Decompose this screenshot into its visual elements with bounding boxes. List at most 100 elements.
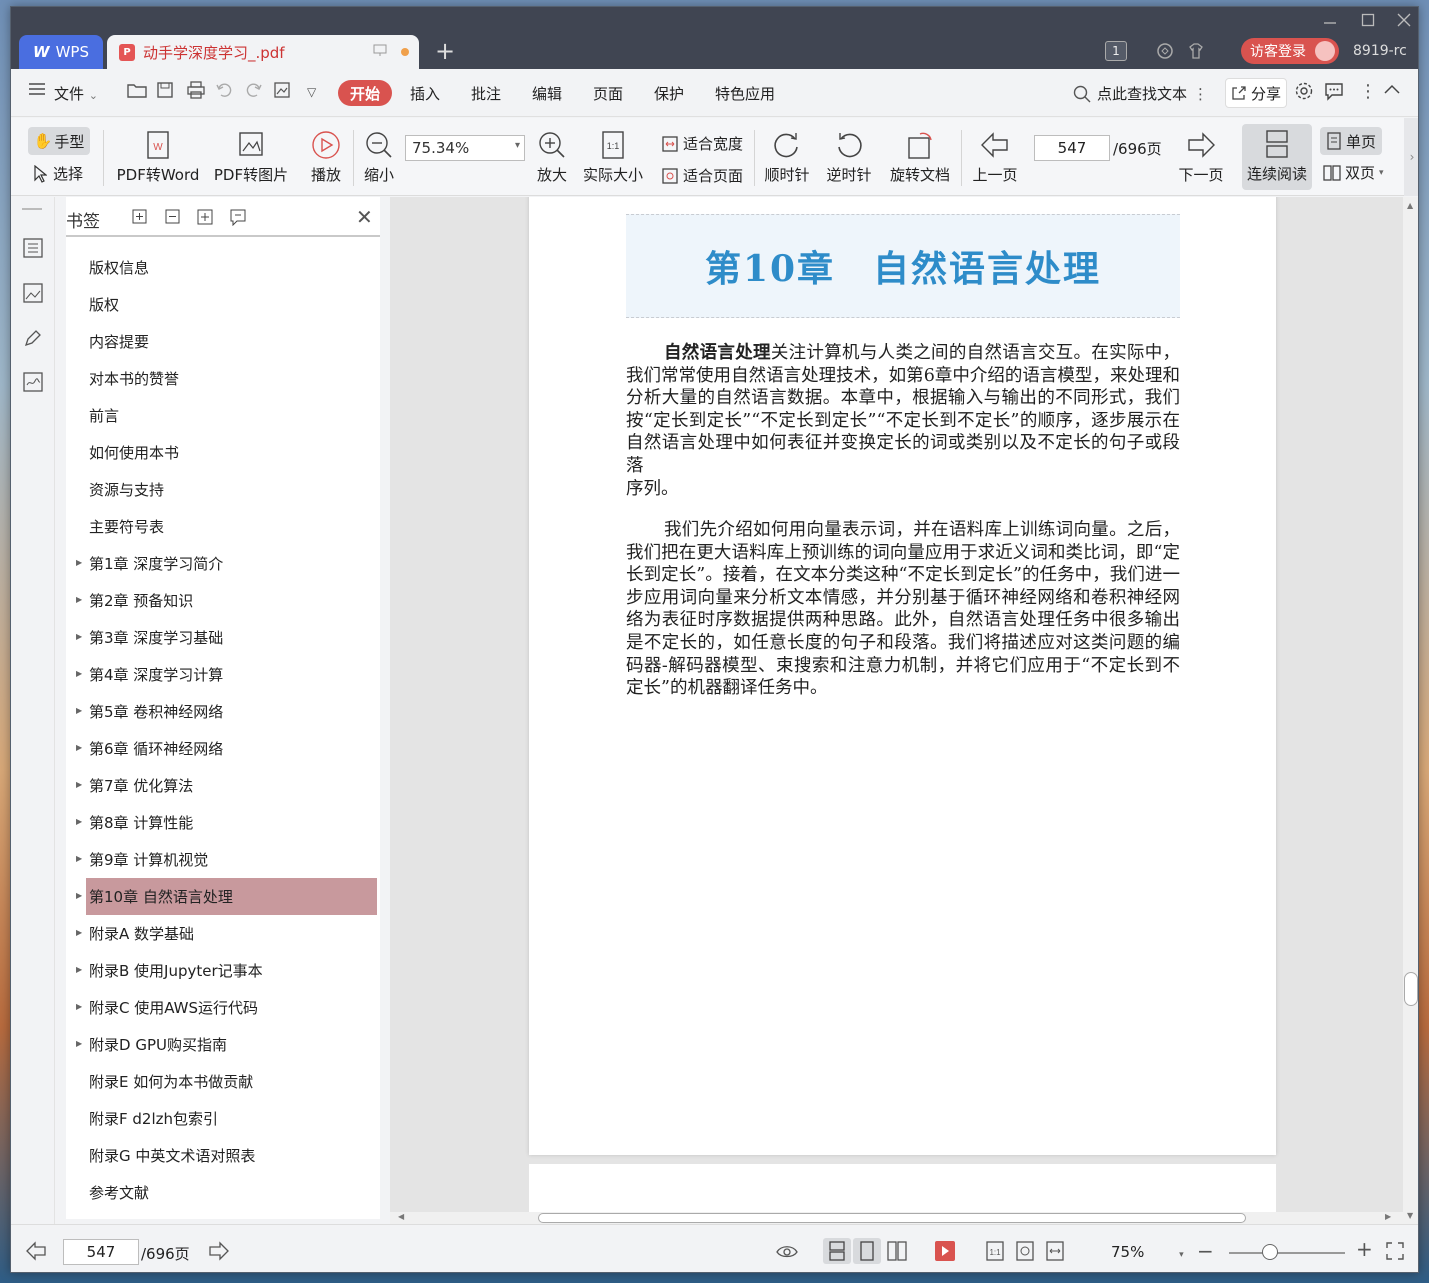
rotate-document-button[interactable]: 旋转文档 bbox=[887, 130, 953, 185]
collapse-all-icon[interactable] bbox=[163, 208, 181, 226]
guest-login-button[interactable]: 访客登录 bbox=[1241, 38, 1339, 64]
expand-triangle-icon[interactable]: ▶ bbox=[76, 632, 82, 641]
status-fit-page-icon[interactable] bbox=[1014, 1241, 1036, 1261]
bookmark-item[interactable]: ▶ 第4章 深度学习计算 bbox=[66, 656, 380, 693]
prev-page-button[interactable]: 上一页 bbox=[969, 130, 1021, 185]
rotate-counter-clockwise-button[interactable]: 逆时针 bbox=[824, 130, 874, 185]
redo-icon[interactable] bbox=[245, 81, 263, 104]
bookmark-list-icon[interactable] bbox=[22, 237, 44, 259]
zoom-in-button[interactable]: 放大 bbox=[533, 130, 571, 185]
status-continuous-icon[interactable] bbox=[823, 1238, 851, 1264]
monitor-icon[interactable] bbox=[373, 44, 387, 61]
zoom-level-select[interactable]: 75.34% bbox=[405, 135, 525, 161]
status-single-page-icon[interactable] bbox=[853, 1238, 881, 1264]
bookmark-item[interactable]: 附录E 如何为本书做贡献 bbox=[66, 1063, 380, 1100]
print-icon[interactable] bbox=[186, 81, 206, 104]
vertical-scroll-thumb[interactable] bbox=[1404, 972, 1418, 1006]
collapse-ribbon-icon[interactable] bbox=[1383, 81, 1401, 104]
page-number-input[interactable]: 547 bbox=[1034, 135, 1110, 161]
tab-wps-home[interactable]: W WPS bbox=[19, 35, 103, 69]
close-icon[interactable] bbox=[1397, 13, 1411, 31]
bookmark-item[interactable]: ▶ 第5章 卷积神经网络 bbox=[66, 693, 380, 730]
customize-dropdown-icon[interactable]: ▽ bbox=[307, 85, 316, 99]
status-prev-page-icon[interactable] bbox=[25, 1241, 47, 1261]
expand-triangle-icon[interactable]: ▶ bbox=[76, 854, 82, 863]
maximize-icon[interactable] bbox=[1361, 13, 1375, 31]
hand-tool-button[interactable]: ✋ 手型 bbox=[28, 127, 90, 155]
play-button[interactable]: 播放 bbox=[307, 130, 345, 185]
signature-icon[interactable] bbox=[22, 371, 44, 393]
tab-document[interactable]: P 动手学深度学习_.pdf bbox=[107, 35, 419, 69]
sync-icon[interactable] bbox=[1156, 39, 1174, 63]
menu-protect[interactable]: 保护 bbox=[654, 83, 684, 104]
new-tab-button[interactable]: + bbox=[435, 39, 455, 63]
menu-annotate[interactable]: 批注 bbox=[471, 83, 501, 104]
bookmark-item[interactable]: ▶ 第2章 预备知识 bbox=[66, 582, 380, 619]
document-view[interactable]: 第10章 自然语言处理 自然语言处理关注计算机与人类之间的自然语言交互。在实际中… bbox=[390, 197, 1403, 1212]
search-text-button[interactable]: 点此查找文本 ⋮ bbox=[1073, 83, 1208, 104]
bookmark-item[interactable]: ▶ 第10章 自然语言处理 bbox=[76, 878, 377, 915]
continuous-read-button[interactable]: 连续阅读 bbox=[1242, 124, 1312, 190]
horizontal-scrollbar[interactable]: ◀ ▶ bbox=[390, 1212, 1403, 1224]
more-vertical-icon[interactable]: ⋮ bbox=[1193, 85, 1208, 103]
single-page-button[interactable]: 单页 bbox=[1320, 127, 1382, 155]
settings-gear-icon[interactable] bbox=[1294, 81, 1314, 106]
annotation-pen-icon[interactable] bbox=[22, 327, 44, 349]
open-folder-icon[interactable] bbox=[127, 81, 147, 104]
expand-triangle-icon[interactable]: ▶ bbox=[76, 743, 82, 752]
comment-icon[interactable] bbox=[1324, 81, 1344, 106]
close-panel-icon[interactable]: ✕ bbox=[356, 205, 373, 229]
zoom-out-button[interactable]: 缩小 bbox=[360, 130, 398, 185]
bookmark-item[interactable]: ▶ 第3章 深度学习基础 bbox=[66, 619, 380, 656]
bookmark-item[interactable]: 如何使用本书 bbox=[66, 434, 380, 471]
share-button[interactable]: 分享 bbox=[1225, 78, 1287, 108]
actual-size-button[interactable]: 1:1 实际大小 bbox=[582, 130, 644, 185]
bookmark-item[interactable]: ▶ 第6章 循环神经网络 bbox=[66, 730, 380, 767]
bookmark-item[interactable]: ▶ 附录B 使用Jupyter记事本 bbox=[66, 952, 380, 989]
bookmark-item[interactable]: ▶ 附录C 使用AWS运行代码 bbox=[66, 989, 380, 1026]
expand-triangle-icon[interactable]: ▶ bbox=[76, 595, 82, 604]
hamburger-icon[interactable] bbox=[28, 81, 46, 102]
expand-triangle-icon[interactable]: ▶ bbox=[76, 669, 82, 678]
expand-triangle-icon[interactable]: ▶ bbox=[76, 558, 82, 567]
fit-width-button[interactable]: 适合宽度 bbox=[661, 133, 743, 154]
add-bookmark-icon[interactable] bbox=[196, 208, 214, 226]
bookmark-item[interactable]: 对本书的赞誉 bbox=[66, 360, 380, 397]
eye-protection-icon[interactable] bbox=[776, 1241, 798, 1261]
bookmark-item[interactable]: ▶ 第8章 计算性能 bbox=[66, 804, 380, 841]
scroll-up-icon[interactable]: ▲ bbox=[1407, 201, 1413, 210]
expand-all-icon[interactable] bbox=[130, 208, 148, 226]
menu-page[interactable]: 页面 bbox=[593, 83, 623, 104]
window-count-badge[interactable]: 1 bbox=[1105, 41, 1127, 61]
expand-triangle-icon[interactable]: ▶ bbox=[76, 706, 82, 715]
expand-triangle-icon[interactable]: ▶ bbox=[76, 965, 82, 974]
undo-icon[interactable] bbox=[215, 81, 233, 104]
zoom-slider-track[interactable] bbox=[1229, 1252, 1345, 1254]
expand-triangle-icon[interactable]: ▶ bbox=[76, 1002, 82, 1011]
bookmark-item[interactable]: ▶ 附录A 数学基础 bbox=[66, 915, 380, 952]
expand-triangle-icon[interactable]: ▶ bbox=[76, 891, 82, 900]
bookmark-item[interactable]: 版权 bbox=[66, 286, 380, 323]
bookmark-item[interactable]: ▶ 附录D GPU购买指南 bbox=[66, 1026, 380, 1063]
bookmark-item[interactable]: 参考文献 bbox=[66, 1174, 380, 1211]
fullscreen-icon[interactable] bbox=[1385, 1241, 1407, 1261]
export-image-icon[interactable] bbox=[273, 81, 293, 104]
double-page-button[interactable]: 双页 ▾ bbox=[1323, 162, 1384, 183]
zoom-slider-handle[interactable] bbox=[1262, 1244, 1278, 1260]
bookmark-item[interactable]: ▶ 第1章 深度学习简介 bbox=[66, 545, 380, 582]
status-zoom-select[interactable]: 75% ▾ bbox=[1111, 1243, 1184, 1261]
bookmark-item[interactable]: 附录G 中英文术语对照表 bbox=[66, 1137, 380, 1174]
menu-start[interactable]: 开始 bbox=[338, 80, 392, 106]
horizontal-scroll-thumb[interactable] bbox=[538, 1213, 1246, 1223]
menu-edit[interactable]: 编辑 bbox=[532, 83, 562, 104]
select-tool-button[interactable]: 选择 bbox=[33, 163, 83, 184]
pdf-to-word-button[interactable]: W PDF转Word bbox=[114, 130, 202, 185]
expand-triangle-icon[interactable]: ▶ bbox=[76, 817, 82, 826]
bookmark-item[interactable]: 资源与支持 bbox=[66, 471, 380, 508]
expand-triangle-icon[interactable]: ▶ bbox=[76, 780, 82, 789]
skin-icon[interactable] bbox=[1187, 39, 1205, 63]
zoom-plus-icon[interactable]: + bbox=[1356, 1237, 1378, 1261]
scroll-right-icon[interactable]: ▶ bbox=[1385, 1212, 1391, 1221]
menu-file[interactable]: 文件 ⌄ bbox=[54, 83, 98, 104]
fit-page-button[interactable]: 适合页面 bbox=[661, 165, 743, 186]
